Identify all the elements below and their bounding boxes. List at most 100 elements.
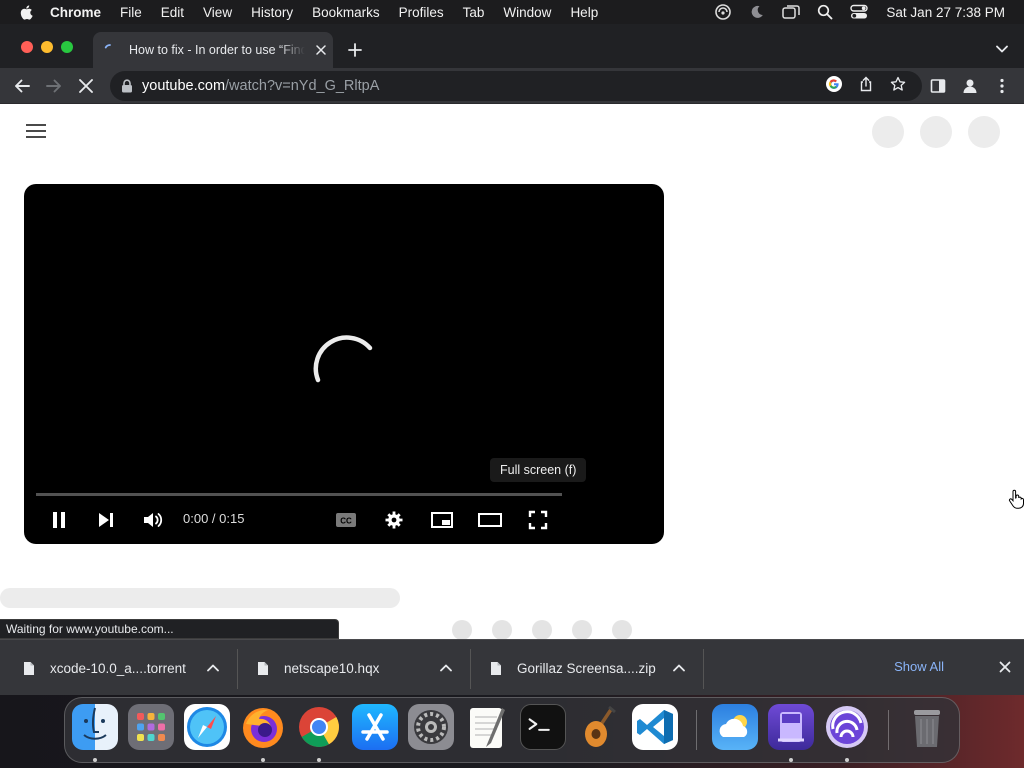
running-indicator (789, 758, 793, 762)
hand-cursor-icon (1008, 489, 1024, 509)
back-arrow-icon[interactable] (11, 75, 33, 97)
running-indicator (261, 758, 265, 762)
web-page-content: Full screen (f) 0:00 / 0:15 CC Waiting f… (0, 104, 1024, 639)
side-panel-icon[interactable] (927, 75, 949, 97)
download-filename: netscape10.hqx (284, 660, 380, 676)
url-host: youtube.com (142, 78, 226, 94)
lock-icon[interactable] (120, 79, 134, 93)
menubar-clock[interactable]: Sat Jan 27 7:38 PM (886, 5, 1005, 20)
theater-mode-icon[interactable] (478, 508, 502, 532)
progress-bar[interactable] (36, 493, 562, 496)
terminal-icon[interactable] (520, 704, 566, 750)
safari-icon[interactable] (184, 704, 230, 750)
vscode-icon[interactable] (632, 704, 678, 750)
download-item-3[interactable]: Gorillaz Screensa....zip (489, 640, 656, 696)
macos-menu-bar: Chrome File Edit View History Bookmarks … (0, 0, 1024, 24)
trash-icon[interactable] (904, 704, 950, 750)
miniplayer-icon[interactable] (430, 508, 454, 532)
download-separator (470, 649, 471, 689)
download-options-chevron-icon[interactable] (673, 640, 685, 696)
google-lens-icon[interactable] (825, 75, 843, 93)
textedit-icon[interactable] (464, 704, 510, 750)
spotlight-search-icon[interactable] (816, 3, 834, 21)
chrome-icon[interactable] (296, 704, 342, 750)
browser-toolbar: youtube.com/watch?v=nYd_G_RltpA (0, 68, 1024, 104)
file-icon (22, 660, 36, 676)
app-store-icon[interactable] (352, 704, 398, 750)
menu-help[interactable]: Help (570, 5, 598, 20)
placeholder-circle-3[interactable] (968, 116, 1000, 148)
window-zoom-button[interactable] (61, 41, 73, 53)
menu-file[interactable]: File (120, 5, 142, 20)
skeleton-dot (532, 620, 552, 639)
skeleton-dot (492, 620, 512, 639)
settings-gear-icon[interactable] (382, 508, 406, 532)
pause-icon[interactable] (47, 508, 71, 532)
system-settings-icon[interactable] (408, 704, 454, 750)
weather-icon[interactable] (712, 704, 758, 750)
menu-edit[interactable]: Edit (161, 5, 184, 20)
menu-bookmarks[interactable]: Bookmarks (312, 5, 380, 20)
menu-tab[interactable]: Tab (463, 5, 485, 20)
ipod-style-app-icon[interactable] (768, 704, 814, 750)
url-path: /watch?v=nYd_G_RltpA (225, 78, 380, 94)
dock (64, 697, 960, 763)
firefox-icon[interactable] (240, 704, 286, 750)
placeholder-circle-1[interactable] (872, 116, 904, 148)
browser-tab-active[interactable]: How to fix - In order to use “Find My” (93, 32, 333, 68)
skeleton-dot (452, 620, 472, 639)
download-separator (237, 649, 238, 689)
download-options-chevron-icon[interactable] (207, 640, 219, 696)
menu-app-name[interactable]: Chrome (50, 5, 101, 20)
tab-title: How to fix - In order to use “Find My” (129, 43, 305, 57)
window-close-button[interactable] (21, 41, 33, 53)
menu-profiles[interactable]: Profiles (399, 5, 444, 20)
stop-loading-icon[interactable] (75, 75, 97, 97)
download-item-2[interactable]: netscape10.hqx (256, 640, 379, 696)
menu-window[interactable]: Window (503, 5, 551, 20)
kebab-menu-icon[interactable] (991, 75, 1013, 97)
hamburger-menu-icon[interactable] (26, 124, 46, 140)
forward-arrow-icon[interactable] (43, 75, 65, 97)
new-tab-plus-icon[interactable] (345, 40, 365, 60)
window-minimize-button[interactable] (41, 41, 53, 53)
skeleton-dot (612, 620, 632, 639)
volume-icon[interactable] (141, 508, 165, 532)
close-shelf-icon[interactable] (998, 660, 1012, 674)
launchpad-icon[interactable] (128, 704, 174, 750)
dock-separator (888, 710, 889, 750)
next-video-icon[interactable] (94, 508, 118, 532)
control-center-icon[interactable] (850, 3, 869, 21)
address-bar[interactable]: youtube.com/watch?v=nYd_G_RltpA (110, 71, 922, 101)
show-all-downloads-button[interactable]: Show All (894, 659, 944, 674)
download-shelf: xcode-10.0_a....torrent netscape10.hqx G… (0, 639, 1024, 695)
download-item-1[interactable]: xcode-10.0_a....torrent (22, 640, 186, 696)
screen-mirroring-icon[interactable] (782, 3, 801, 21)
download-options-chevron-icon[interactable] (440, 640, 452, 696)
garageband-icon[interactable] (576, 704, 622, 750)
dock-separator (696, 710, 697, 750)
apple-menu-icon[interactable] (18, 3, 36, 21)
running-indicator (845, 758, 849, 762)
moon-icon[interactable] (748, 3, 766, 21)
svg-text:CC: CC (340, 517, 352, 526)
tab-close-icon[interactable] (313, 42, 329, 58)
menu-view[interactable]: View (203, 5, 232, 20)
title-skeleton (0, 588, 400, 608)
video-player[interactable]: Full screen (f) 0:00 / 0:15 CC (24, 184, 664, 544)
running-indicator (93, 758, 97, 762)
file-icon (489, 660, 503, 676)
bookmark-star-icon[interactable] (889, 75, 907, 93)
profile-avatar-icon[interactable] (959, 75, 981, 97)
extension-status-icon[interactable] (714, 3, 732, 21)
placeholder-circle-2[interactable] (920, 116, 952, 148)
finder-icon[interactable] (72, 704, 118, 750)
fullscreen-icon[interactable] (526, 508, 550, 532)
bittorrent-icon[interactable] (824, 704, 870, 750)
share-icon[interactable] (857, 75, 875, 93)
skeleton-dot (572, 620, 592, 639)
menu-history[interactable]: History (251, 5, 293, 20)
file-icon (256, 660, 270, 676)
captions-cc-icon[interactable]: CC (334, 508, 358, 532)
tab-search-chevron-icon[interactable] (992, 41, 1012, 57)
